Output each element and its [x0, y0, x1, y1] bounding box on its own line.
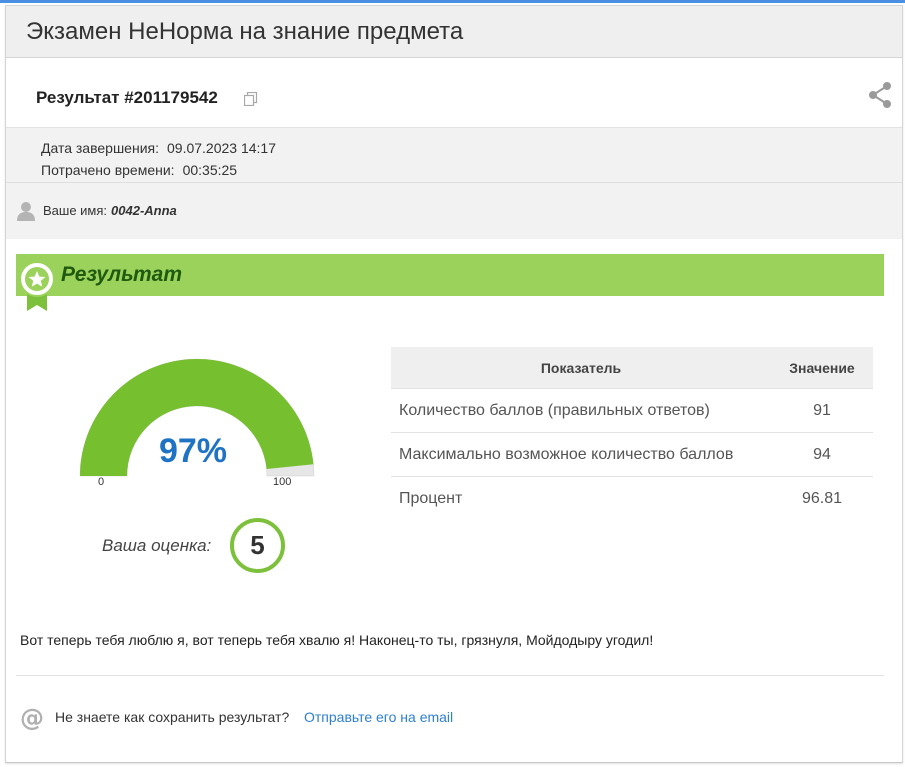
table-cell-indicator: Процент: [391, 476, 771, 520]
gauge-max-label: 100: [273, 476, 292, 488]
table-cell-value: 94: [771, 432, 873, 477]
user-name-field: Ваше имя: 0042-Anna: [43, 203, 177, 218]
header-value: Значение: [771, 347, 873, 389]
table-header-row: Показатель Значение: [391, 347, 873, 389]
grade-value: 5: [230, 518, 285, 573]
time-row: Потрачено времени: 00:35:25: [41, 159, 902, 181]
footer-divider: [16, 675, 884, 676]
banner-title: Результат: [61, 263, 183, 286]
table-row: Количество баллов (правильных ответов) 9…: [391, 388, 873, 433]
at-icon: @: [20, 705, 44, 731]
table-cell-value: 96.81: [771, 476, 873, 520]
user-icon: [17, 202, 35, 221]
gauge-value: 97%: [158, 432, 228, 470]
copy-icon[interactable]: [244, 92, 258, 106]
svg-text:@: @: [20, 705, 44, 731]
table-cell-indicator: Количество баллов (правильных ответов): [391, 388, 771, 433]
table-cell-indicator: Максимально возможное количество баллов: [391, 432, 771, 477]
completion-value: 09.07.2023 14:17: [167, 140, 276, 156]
result-title: Результат #201179542: [36, 88, 218, 107]
completion-label: Дата завершения:: [41, 140, 159, 156]
share-icon[interactable]: [868, 82, 892, 108]
award-badge-icon: [19, 261, 55, 311]
page-header: Экзамен НеНорма на знание предмета: [6, 6, 902, 58]
completion-row: Дата завершения: 09.07.2023 14:17: [41, 137, 902, 159]
result-meta: Дата завершения: 09.07.2023 14:17 Потраче…: [6, 128, 902, 183]
table-cell-value: 91: [771, 388, 873, 433]
result-header: Результат #201179542: [6, 58, 902, 128]
send-email-link[interactable]: Отправьте его на email: [304, 709, 453, 725]
time-label: Потрачено времени:: [41, 162, 175, 178]
result-message: Вот теперь тебя люблю я, вот теперь тебя…: [20, 632, 654, 648]
table-row: Максимально возможное количество баллов …: [391, 432, 873, 477]
gauge-min-label: 0: [98, 476, 105, 488]
user-name-label: Ваше имя:: [43, 203, 108, 218]
save-question: Не знаете как сохранить результат?: [55, 709, 290, 725]
user-row: Ваше имя: 0042-Anna: [6, 183, 902, 239]
page-title: Экзамен НеНорма на знание предмета: [26, 17, 464, 45]
stats-table: Показатель Значение Количество баллов (п…: [391, 347, 873, 520]
result-banner: Результат: [16, 254, 884, 296]
table-row: Процент 96.81: [391, 476, 873, 520]
time-value: 00:35:25: [182, 162, 238, 178]
user-name-value: 0042-Anna: [111, 203, 177, 218]
grade-label: Ваша оценка:: [102, 536, 212, 555]
top-accent-line: [0, 0, 905, 3]
header-indicator: Показатель: [391, 347, 771, 389]
